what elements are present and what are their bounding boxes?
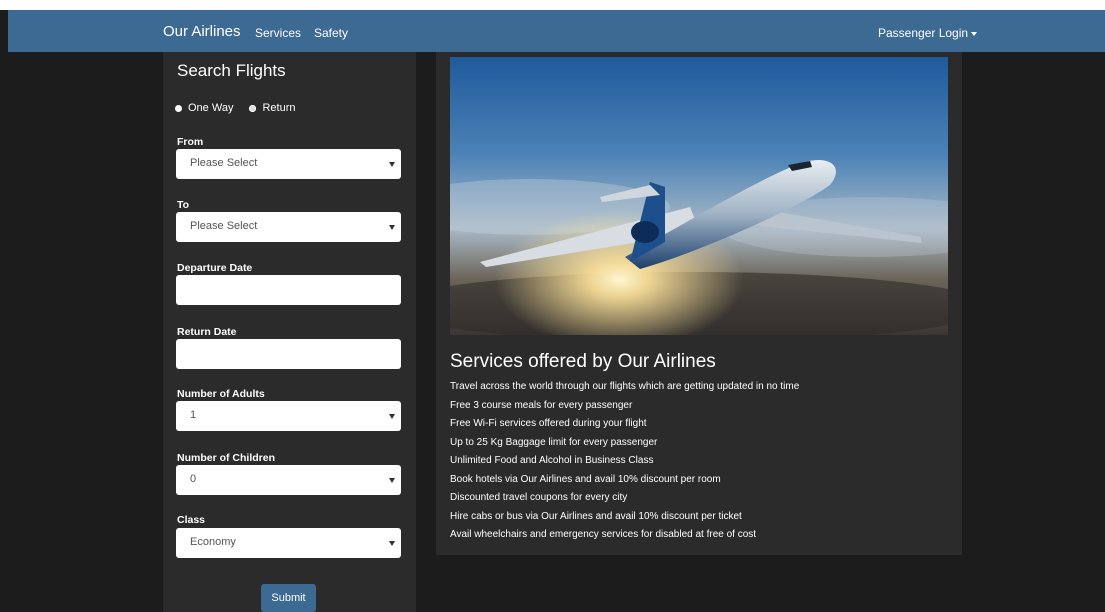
radio-icon bbox=[175, 104, 182, 112]
list-item: Book hotels via Our Airlines and avail 1… bbox=[450, 473, 721, 485]
children-select[interactable]: 0 bbox=[176, 465, 401, 495]
select-arrow-icon bbox=[389, 225, 395, 230]
select-arrow-icon bbox=[389, 414, 395, 419]
nav-services-link[interactable]: Services bbox=[255, 26, 301, 40]
return-date-label: Return Date bbox=[177, 326, 237, 338]
list-item: Free Wi-Fi services offered during your … bbox=[450, 418, 647, 429]
to-select[interactable]: Please Select bbox=[176, 212, 401, 242]
top-strip bbox=[0, 0, 1105, 10]
departure-date-input[interactable] bbox=[176, 275, 401, 305]
list-item: Up to 25 Kg Baggage limit for every pass… bbox=[450, 436, 658, 448]
search-flights-title: Search Flights bbox=[177, 61, 286, 80]
adults-select-value: 1 bbox=[190, 409, 197, 421]
from-select-value: Please Select bbox=[190, 157, 258, 169]
adults-label: Number of Adults bbox=[177, 388, 265, 400]
radio-one-way[interactable]: One Way bbox=[175, 102, 233, 114]
search-flights-panel: Search Flights One Way Return From Pleas… bbox=[163, 52, 416, 612]
children-label: Number of Children bbox=[177, 452, 276, 464]
radio-return-label: Return bbox=[262, 102, 296, 114]
radio-one-way-label: One Way bbox=[188, 102, 234, 114]
select-arrow-icon bbox=[389, 541, 395, 546]
to-label: To bbox=[177, 199, 190, 211]
departure-date-label: Departure Date bbox=[177, 262, 253, 274]
to-select-value: Please Select bbox=[190, 220, 258, 232]
select-arrow-icon bbox=[389, 478, 395, 483]
services-list: Travel across the world through our flig… bbox=[450, 378, 799, 545]
class-select[interactable]: Economy bbox=[176, 528, 401, 558]
services-panel: Services offered by Our Airlines Travel … bbox=[436, 52, 962, 555]
nav-safety-link[interactable]: Safety bbox=[314, 26, 348, 40]
list-item: Free 3 course meals for every passenger bbox=[450, 399, 633, 411]
radio-icon bbox=[249, 104, 257, 112]
adults-select[interactable]: 1 bbox=[176, 401, 401, 431]
radio-return[interactable]: Return bbox=[249, 102, 295, 114]
trip-type-group: One Way Return bbox=[175, 102, 311, 114]
airplane-hero-image bbox=[450, 57, 948, 335]
children-select-value: 0 bbox=[190, 473, 197, 485]
navbar: Our Airlines Services Safety Passenger L… bbox=[8, 10, 1105, 52]
brand-link[interactable]: Our Airlines bbox=[163, 23, 241, 40]
from-select[interactable]: Please Select bbox=[176, 149, 401, 179]
select-arrow-icon bbox=[389, 162, 395, 167]
passenger-login-label: Passenger Login bbox=[878, 26, 969, 40]
list-item: Travel across the world through our flig… bbox=[450, 381, 800, 392]
passenger-login-dropdown[interactable]: Passenger Login bbox=[878, 26, 978, 40]
list-item: Discounted travel coupons for every city bbox=[450, 492, 628, 503]
list-item: Hire cabs or bus via Our Airlines and av… bbox=[450, 510, 742, 522]
airplane-photo bbox=[450, 57, 948, 335]
from-label: From bbox=[177, 136, 204, 148]
return-date-input[interactable] bbox=[176, 339, 401, 369]
list-item: Unlimited Food and Alcohol in Business C… bbox=[450, 455, 654, 466]
class-select-value: Economy bbox=[190, 536, 236, 548]
services-title: Services offered by Our Airlines bbox=[450, 351, 716, 372]
list-item: Avail wheelchairs and emergency services… bbox=[450, 529, 757, 540]
dropdown-caret-icon bbox=[971, 31, 978, 36]
submit-button[interactable]: Submit bbox=[261, 584, 316, 612]
class-label: Class bbox=[177, 514, 206, 526]
